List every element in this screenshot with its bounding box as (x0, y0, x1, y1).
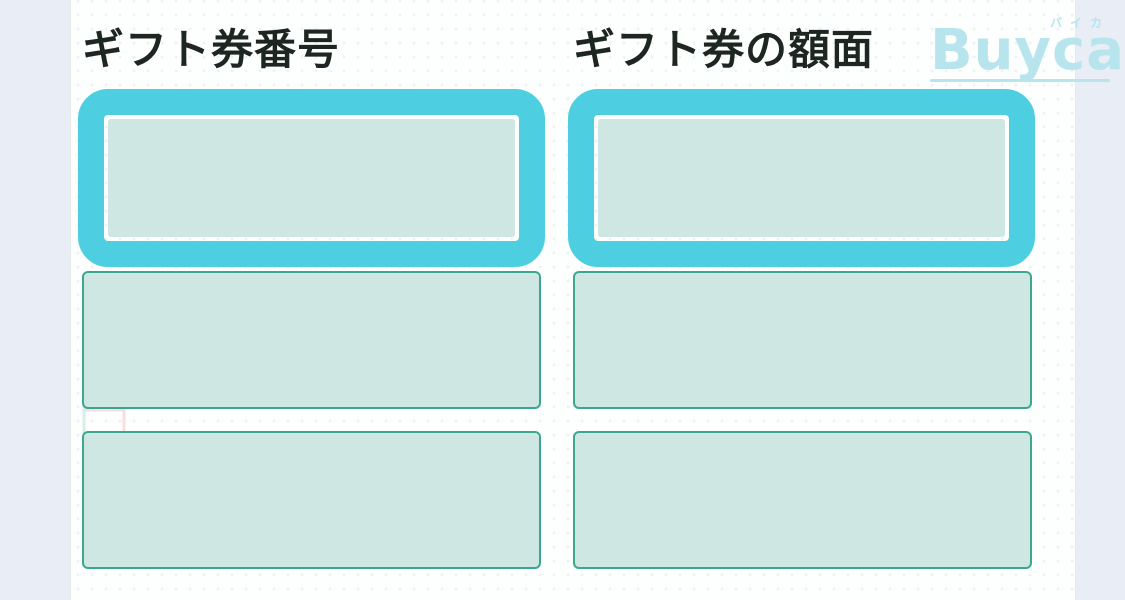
row-1-highlight (78, 89, 545, 267)
gift-number-field-3[interactable] (82, 431, 541, 569)
screen: ギフト券番号 ギフト券の額面 バイカ Buyca (0, 0, 1125, 600)
face-value-field-2[interactable] (573, 271, 1032, 409)
buyca-logo: バイカ Buyca (930, 10, 1124, 86)
row-1-highlight-right (568, 89, 1035, 267)
gift-number-field-2[interactable] (82, 271, 541, 409)
logo-text: Buyca (930, 18, 1125, 83)
face-value-field-3[interactable] (573, 431, 1032, 569)
logo-underline (930, 79, 1110, 82)
face-value-field-1[interactable] (598, 119, 1005, 237)
face-value-header: ギフト券の額面 (573, 25, 875, 74)
gift-number-header: ギフト券番号 (82, 25, 341, 74)
gift-number-field-1[interactable] (108, 119, 515, 237)
